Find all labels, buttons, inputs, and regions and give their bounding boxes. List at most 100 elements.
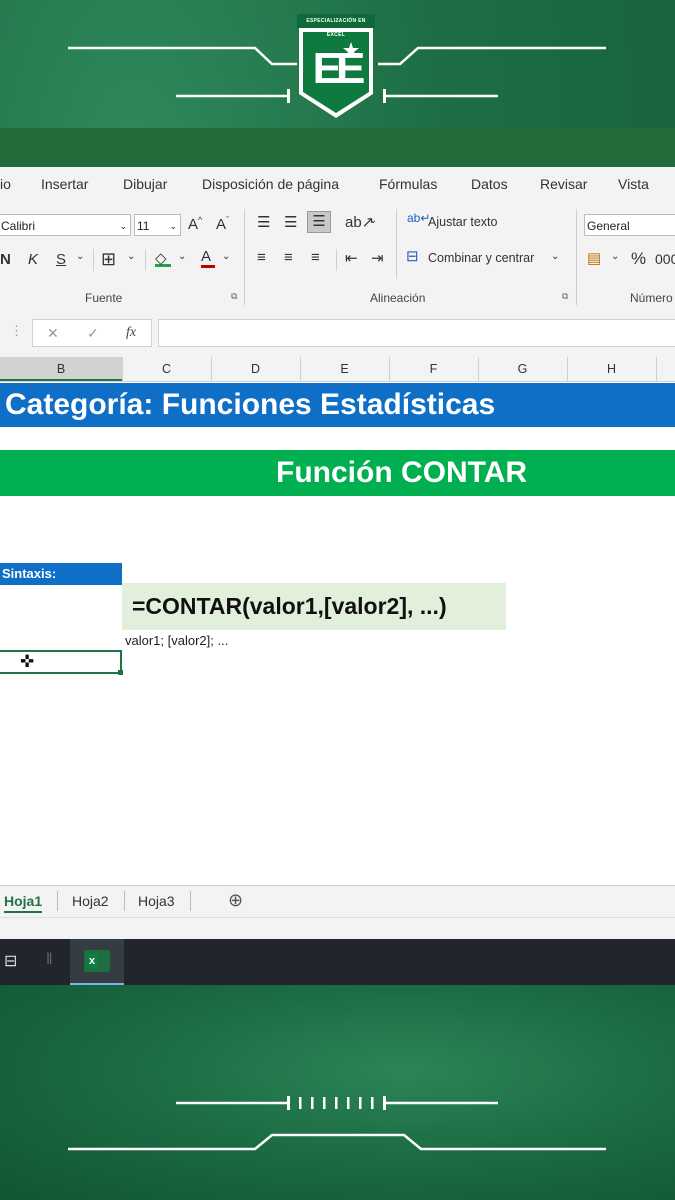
- cancel-icon[interactable]: ✕: [47, 325, 59, 342]
- tab-disposicion[interactable]: Disposición de página: [202, 176, 339, 192]
- sheet-tab-hoja1[interactable]: Hoja1: [4, 893, 43, 913]
- enter-icon[interactable]: ✓: [87, 325, 99, 342]
- group-label-number: Número: [630, 291, 673, 305]
- column-header-e[interactable]: E: [300, 362, 389, 376]
- chevron-down-icon[interactable]: ⌄: [611, 251, 619, 262]
- tab-formulas[interactable]: Fórmulas: [379, 176, 437, 192]
- decrease-indent-icon[interactable]: ⇤: [345, 249, 358, 267]
- sheet-tab-hoja3[interactable]: Hoja3: [138, 893, 175, 909]
- merge-center-button[interactable]: Combinar y centrar: [428, 251, 534, 265]
- font-size-value: 11: [137, 219, 150, 233]
- font-color-button[interactable]: A: [201, 248, 215, 268]
- chevron-down-icon[interactable]: ⌄: [369, 215, 377, 226]
- group-label-font: Fuente: [85, 291, 123, 305]
- bold-button[interactable]: N: [0, 251, 11, 268]
- divider: [396, 209, 397, 279]
- excel-taskbar-button[interactable]: x: [70, 939, 124, 985]
- brand-logo: ESPECIALIZACIÓN EN EXCEL EE: [297, 14, 375, 120]
- cursor-cross-icon: ✜: [20, 652, 35, 671]
- formula-input[interactable]: [158, 319, 675, 347]
- align-middle-icon[interactable]: ☰: [284, 213, 297, 231]
- divider: [93, 249, 94, 271]
- column-header-f[interactable]: F: [389, 362, 478, 376]
- chevron-down-icon[interactable]: ⌄: [178, 251, 186, 262]
- status-bar: [0, 917, 675, 940]
- chevron-down-icon[interactable]: ⌄: [127, 251, 135, 262]
- bottom-green-background: [0, 985, 675, 1200]
- chevron-down-icon[interactable]: ⌄: [222, 251, 230, 262]
- dialog-launcher-icon[interactable]: ⧉: [231, 291, 237, 302]
- borders-icon[interactable]: ⊞: [101, 249, 116, 270]
- number-format-value: General: [587, 219, 630, 233]
- insert-function-icon[interactable]: fx: [126, 325, 136, 341]
- percent-button[interactable]: %: [631, 249, 646, 269]
- grow-font-icon: A: [188, 216, 199, 233]
- align-left-icon[interactable]: ≡: [257, 249, 266, 266]
- font-size-select[interactable]: 11 ⌄: [134, 214, 181, 236]
- excel-window: io Insertar Dibujar Disposición de págin…: [0, 167, 675, 985]
- selected-cell[interactable]: ✜: [0, 650, 123, 675]
- logo-letters: EE: [312, 44, 366, 93]
- tab-dibujar[interactable]: Dibujar: [123, 176, 167, 192]
- font-name-value: Calibri: [1, 219, 36, 233]
- comma-style-icon[interactable]: 000: [655, 251, 675, 267]
- add-sheet-icon[interactable]: ⊕: [228, 890, 243, 911]
- italic-button[interactable]: K: [28, 251, 38, 268]
- tab-revisar[interactable]: Revisar: [540, 176, 587, 192]
- excel-icon: x: [84, 950, 110, 972]
- number-format-select[interactable]: General: [584, 214, 675, 236]
- divider: [244, 209, 245, 305]
- accounting-format-icon[interactable]: ▤: [587, 249, 601, 267]
- chevron-down-icon[interactable]: ⌄: [76, 251, 84, 262]
- formula-arguments: valor1; [valor2]; ...: [125, 633, 229, 648]
- logo-caption: ESPECIALIZACIÓN EN EXCEL: [297, 14, 375, 38]
- top-green-background: ESPECIALIZACIÓN EN EXCEL EE: [0, 0, 675, 130]
- fill-handle[interactable]: [118, 670, 123, 675]
- category-banner: Categoría: Funciones Estadísticas: [0, 383, 675, 427]
- chevron-down-icon[interactable]: ⌄: [551, 251, 559, 262]
- align-right-icon[interactable]: ≡: [311, 249, 320, 266]
- taskbar-divider-icon: ‖: [46, 951, 53, 968]
- font-color-icon: A: [201, 248, 212, 265]
- tab-datos[interactable]: Datos: [471, 176, 508, 192]
- sheet-tab-hoja2[interactable]: Hoja2: [72, 893, 109, 909]
- function-banner: Función CONTAR: [0, 450, 675, 496]
- formula-buttons: ✕ ✓ fx: [32, 319, 152, 347]
- align-center-icon[interactable]: ≡: [284, 249, 293, 266]
- divider: [336, 249, 337, 271]
- fill-color-icon[interactable]: ◇: [155, 249, 171, 267]
- font-name-select[interactable]: Calibri ⌄: [0, 214, 131, 236]
- more-icon: ⋮: [10, 323, 23, 338]
- wrap-text-button[interactable]: Ajustar texto: [428, 215, 497, 229]
- increase-indent-icon[interactable]: ⇥: [371, 249, 384, 267]
- underline-button[interactable]: S: [56, 251, 66, 268]
- shrink-font-button[interactable]: Aˇ: [216, 215, 229, 233]
- divider: [576, 209, 577, 305]
- divider: [145, 249, 146, 271]
- syntax-label: Sintaxis:: [0, 563, 122, 585]
- column-header-d[interactable]: D: [211, 362, 300, 376]
- task-view-icon[interactable]: ⊟: [4, 951, 17, 971]
- formula-syntax: =CONTAR(valor1,[valor2], ...): [122, 583, 506, 630]
- dark-green-band: [0, 128, 675, 168]
- align-top-icon[interactable]: ☰: [257, 213, 270, 231]
- align-bottom-icon[interactable]: ☰: [307, 211, 331, 233]
- column-header-b[interactable]: B: [0, 362, 122, 376]
- tab-insertar[interactable]: Insertar: [41, 176, 88, 192]
- windows-taskbar: ⊟ ‖ x: [0, 939, 675, 985]
- grow-font-button[interactable]: A^: [188, 215, 202, 233]
- formula-bar: ⋮ ✕ ✓ fx: [0, 309, 675, 357]
- tab-vista[interactable]: Vista: [618, 176, 649, 192]
- column-header-h[interactable]: H: [567, 362, 656, 376]
- chevron-down-icon: ⌄: [169, 221, 177, 231]
- tab-inicio[interactable]: io: [0, 176, 11, 192]
- column-header-g[interactable]: G: [478, 362, 567, 376]
- column-header-c[interactable]: C: [122, 362, 211, 376]
- chevron-down-icon: ⌄: [119, 221, 127, 231]
- merge-center-icon: ⊟: [406, 248, 419, 265]
- ribbon: Calibri ⌄ 11 ⌄ A^ Aˇ N K S ⌄ ⊞ ⌄ ◇ ⌄ A ⌄…: [0, 201, 675, 310]
- sheet-tabs-bar: Hoja1 Hoja2 Hoja3 ⊕: [0, 885, 675, 918]
- wrap-text-icon: ab↵: [407, 211, 431, 225]
- dialog-launcher-icon[interactable]: ⧉: [562, 291, 568, 302]
- bottom-line-decoration: [68, 1096, 606, 1151]
